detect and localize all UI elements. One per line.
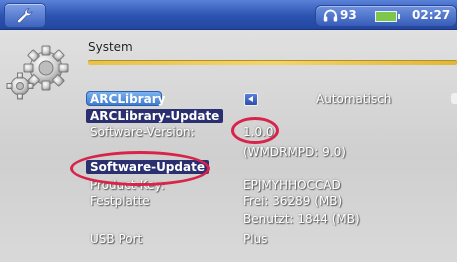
gear-icon xyxy=(6,45,69,100)
harddisk-used: Benutzt: 1844 (MB) xyxy=(243,212,360,226)
right-arrow-icon[interactable] xyxy=(451,93,457,104)
product-key-value: EPJMYHHOCCAD xyxy=(243,178,341,192)
battery-icon xyxy=(375,11,400,22)
wrench-icon xyxy=(17,8,33,24)
setting-arclibrary-update[interactable]: ARCLibrary-Update xyxy=(86,109,224,123)
volume-level: 93 xyxy=(340,8,357,22)
software-version-drm: (WMDRMPD: 9.0) xyxy=(243,145,346,159)
section-separator xyxy=(88,60,457,65)
top-status-bar: 93 02:27 xyxy=(0,0,457,30)
setting-arclibrary[interactable]: ARCLibrary xyxy=(86,91,165,106)
settings-button[interactable] xyxy=(4,3,46,28)
status-indicators: 93 02:27 xyxy=(315,5,457,27)
version-highlight-circle xyxy=(231,117,279,144)
section-title: System xyxy=(88,40,133,54)
usb-port-label: USB Port xyxy=(90,232,143,246)
usb-port-value[interactable]: Plus xyxy=(243,232,267,246)
arclibrary-value[interactable]: Automatisch xyxy=(316,92,391,106)
left-arrow-icon[interactable] xyxy=(244,93,258,106)
headphones-icon xyxy=(323,9,338,22)
harddisk-free: Frei: 36289 (MB) xyxy=(243,194,343,208)
clock-time: 02:27 xyxy=(412,8,451,22)
update-highlight-circle xyxy=(70,151,210,186)
harddisk-label: Festplatte xyxy=(90,194,150,208)
software-version-label: Software-Version: xyxy=(90,125,195,139)
settings-screen: 93 02:27 System ARCLibrary Automatisch A… xyxy=(0,0,457,262)
